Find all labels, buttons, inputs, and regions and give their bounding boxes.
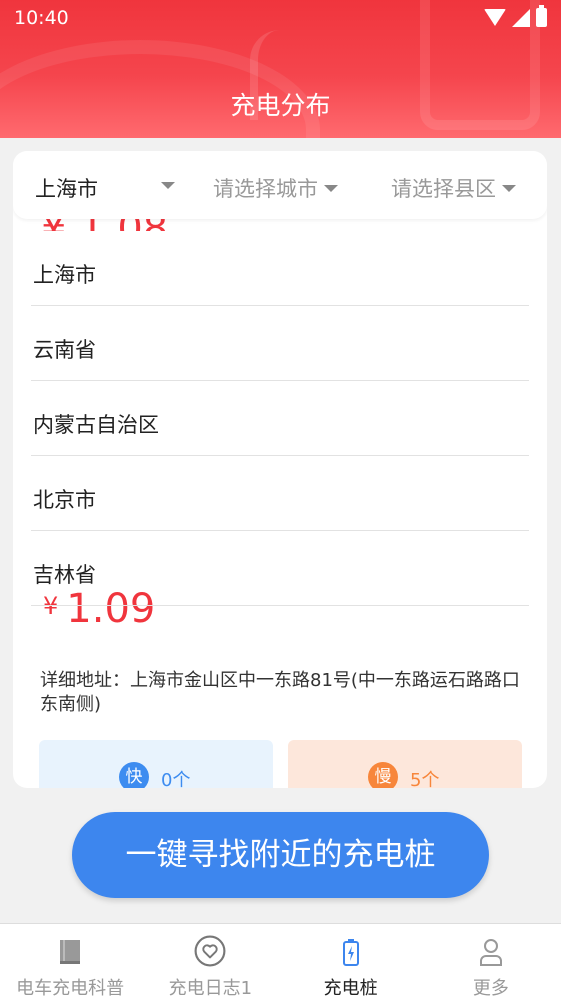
tab-charging-log[interactable]: 充电日志1: [140, 924, 280, 999]
find-nearby-button[interactable]: 一键寻找附近的充电桩: [72, 812, 489, 898]
tab-label: 更多: [472, 978, 509, 999]
page-title: 充电分布: [230, 91, 331, 120]
tab-charging-pile[interactable]: 充电桩: [281, 924, 421, 999]
province-option[interactable]: 上海市: [31, 231, 529, 306]
province-value: 上海市: [35, 177, 98, 201]
fast-count: 0个: [161, 770, 191, 788]
province-option[interactable]: 吉林省: [31, 531, 529, 606]
slow-count: 5个: [410, 770, 440, 788]
charging-battery-icon: [342, 939, 359, 966]
tab-label: 电车充电科普: [16, 978, 125, 999]
fast-badge-icon: 快: [119, 762, 149, 788]
slow-charger-count: 慢 5个: [288, 740, 522, 788]
caret-down-icon: [502, 184, 516, 192]
wifi-icon: [484, 9, 506, 26]
person-icon: [479, 939, 502, 966]
province-options-list: 上海市 云南省 内蒙古自治区 北京市 吉林省: [13, 231, 547, 606]
county-dropdown[interactable]: 请选择县区: [391, 173, 516, 203]
city-dropdown[interactable]: 请选择城市: [213, 173, 338, 203]
city-placeholder: 请选择城市: [213, 177, 318, 201]
bottom-tab-bar: 电车充电科普 充电日志1 充电桩 更多: [0, 923, 561, 999]
status-time: 10:40: [14, 7, 69, 29]
status-bar: 10:40: [0, 0, 561, 38]
station-card: 上海市 请选择城市 请选择县区 ¥ 1.08 上海市 云南省 内蒙古自治区 北京…: [13, 151, 547, 788]
signal-icon: [512, 8, 530, 27]
status-icons: [484, 5, 547, 27]
slow-badge-icon: 慢: [368, 762, 398, 788]
tab-label: 充电日志1: [168, 978, 253, 999]
caret-down-icon: [161, 182, 175, 189]
province-option[interactable]: 内蒙古自治区: [31, 381, 529, 456]
tab-label: 充电桩: [323, 978, 378, 999]
caret-down-icon: [324, 184, 338, 192]
heart-icon: [194, 935, 226, 967]
province-option[interactable]: 云南省: [31, 306, 529, 381]
region-selector: 上海市 请选择城市 请选择县区: [13, 151, 547, 219]
tab-more[interactable]: 更多: [421, 924, 561, 999]
county-placeholder: 请选择县区: [391, 177, 496, 201]
province-dropdown[interactable]: 上海市: [35, 173, 175, 203]
province-option[interactable]: 北京市: [31, 456, 529, 531]
book-icon: [60, 940, 81, 964]
battery-icon: [536, 5, 547, 27]
station-address: 详细地址：上海市金山区中一东路81号(中一东路运石路路口东南侧): [40, 670, 520, 715]
fast-charger-count: 快 0个: [39, 740, 273, 788]
tab-charging-science[interactable]: 电车充电科普: [0, 924, 140, 999]
